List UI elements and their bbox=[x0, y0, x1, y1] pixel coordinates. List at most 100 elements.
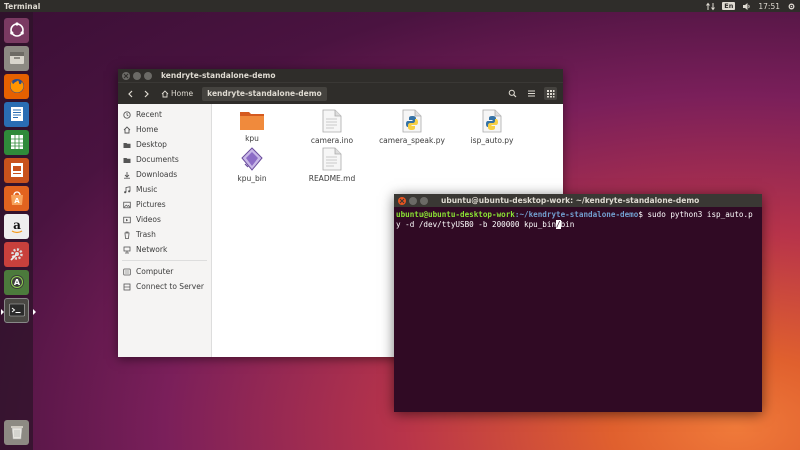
close-icon[interactable] bbox=[122, 71, 130, 80]
command-text-after-cursor: bin bbox=[560, 220, 575, 229]
impress-icon bbox=[8, 161, 26, 181]
terminal-icon bbox=[8, 301, 26, 321]
file-item-camera-speak-py[interactable]: camera_speak.py bbox=[372, 109, 452, 145]
file-item-isp-auto-py[interactable]: isp_auto.py bbox=[452, 109, 532, 145]
picture-icon bbox=[123, 201, 131, 208]
search-button[interactable] bbox=[506, 87, 519, 100]
minimize-icon[interactable] bbox=[133, 71, 141, 80]
clock[interactable]: 17:51 bbox=[758, 2, 780, 11]
close-icon[interactable] bbox=[398, 196, 406, 205]
ubuntu-dash-icon bbox=[8, 21, 26, 41]
files-icon bbox=[8, 49, 26, 69]
video-icon bbox=[123, 216, 131, 223]
software-icon: A bbox=[8, 189, 26, 209]
launcher-item-impress[interactable] bbox=[4, 158, 29, 183]
prompt-path: :~/kendryte-standalone-demo bbox=[514, 210, 639, 219]
python-file-icon bbox=[402, 109, 422, 133]
file-manager-toolbar: Home kendryte-standalone-demo bbox=[118, 82, 563, 104]
writer-icon bbox=[8, 105, 26, 125]
svg-text:A: A bbox=[14, 197, 20, 205]
top-panel: Terminal En 17:51 bbox=[0, 0, 800, 12]
sidebar-item-connect-to-server[interactable]: Connect to Server bbox=[118, 279, 211, 294]
launcher-item-software[interactable]: A bbox=[4, 186, 29, 211]
search-icon bbox=[508, 89, 517, 98]
prompt-user: ubuntu@ubuntu-desktop-work bbox=[396, 210, 515, 219]
launcher-item-trash[interactable] bbox=[4, 420, 29, 445]
document-icon bbox=[123, 157, 131, 163]
sidebar-item-desktop[interactable]: Desktop bbox=[118, 137, 211, 152]
grid-view-button[interactable] bbox=[544, 87, 557, 100]
keyboard-layout-indicator[interactable]: En bbox=[722, 2, 736, 10]
file-item-camera-ino[interactable]: camera.ino bbox=[292, 109, 372, 145]
sidebar-item-pictures[interactable]: Pictures bbox=[118, 197, 211, 212]
python-file-icon bbox=[482, 109, 502, 133]
launcher-item-files[interactable] bbox=[4, 46, 29, 71]
sidebar-item-computer[interactable]: Computer bbox=[118, 264, 211, 279]
sidebar-separator bbox=[122, 260, 207, 261]
toolbar-tools bbox=[506, 87, 557, 100]
minimize-icon[interactable] bbox=[409, 196, 417, 205]
breadcrumb-home-label: Home bbox=[171, 89, 194, 98]
computer-icon bbox=[123, 268, 131, 275]
launcher-item-calc[interactable] bbox=[4, 130, 29, 155]
file-manager-titlebar[interactable]: kendryte-standalone-demo bbox=[118, 69, 563, 82]
launcher-item-settings[interactable] bbox=[4, 242, 29, 267]
terminal-output[interactable]: ubuntu@ubuntu-desktop-work:~/kendryte-st… bbox=[394, 207, 759, 233]
music-icon bbox=[124, 185, 131, 193]
indicators: En 17:51 bbox=[706, 2, 796, 11]
launcher-item-firefox[interactable] bbox=[4, 74, 29, 99]
text-file-icon bbox=[322, 109, 342, 133]
updater-icon: A bbox=[8, 273, 26, 293]
sidebar-item-videos[interactable]: Videos bbox=[118, 212, 211, 227]
launcher-item-writer[interactable] bbox=[4, 102, 29, 127]
power-gear-icon[interactable] bbox=[787, 2, 796, 11]
volume-icon[interactable] bbox=[742, 2, 751, 11]
folder-icon bbox=[240, 112, 264, 130]
network-updown-icon[interactable] bbox=[706, 2, 716, 11]
clock-icon bbox=[123, 110, 131, 119]
file-item-readme-md[interactable]: README.md bbox=[292, 147, 372, 183]
chevron-left-icon bbox=[127, 90, 132, 97]
maximize-icon[interactable] bbox=[420, 196, 428, 205]
terminal-titlebar[interactable]: ubuntu@ubuntu-desktop-work: ~/kendryte-s… bbox=[394, 194, 762, 207]
list-view-icon bbox=[528, 90, 535, 97]
trash-icon bbox=[124, 231, 130, 239]
svg-text:a: a bbox=[13, 218, 21, 232]
text-file-icon bbox=[322, 147, 342, 171]
file-manager-title: kendryte-standalone-demo bbox=[161, 71, 276, 80]
sidebar-item-trash[interactable]: Trash bbox=[118, 227, 211, 242]
sidebar-item-documents[interactable]: Documents bbox=[118, 152, 211, 167]
forward-button[interactable] bbox=[140, 87, 152, 101]
binary-file-icon bbox=[241, 147, 263, 171]
launcher: A a A bbox=[0, 12, 36, 450]
places-sidebar: Recent Home Desktop Documents Downloads … bbox=[118, 104, 212, 357]
file-item-kpu-bin[interactable]: kpu_bin bbox=[212, 147, 292, 183]
breadcrumb-current[interactable]: kendryte-standalone-demo bbox=[202, 86, 327, 101]
active-app-title: Terminal bbox=[4, 1, 41, 11]
chevron-right-icon bbox=[144, 90, 149, 97]
folder-icon bbox=[123, 142, 131, 148]
sidebar-item-recent[interactable]: Recent bbox=[118, 107, 211, 122]
download-icon bbox=[124, 171, 130, 179]
launcher-item-terminal[interactable] bbox=[1, 298, 36, 323]
back-button[interactable] bbox=[124, 87, 136, 101]
grid-view-icon bbox=[547, 90, 555, 98]
home-icon bbox=[123, 125, 131, 133]
server-icon bbox=[123, 283, 131, 290]
launcher-item-amazon[interactable]: a bbox=[4, 214, 29, 239]
file-item-kpu[interactable]: kpu bbox=[212, 109, 292, 143]
firefox-icon bbox=[8, 77, 26, 97]
terminal-title: ubuntu@ubuntu-desktop-work: ~/kendryte-s… bbox=[441, 196, 700, 205]
launcher-item-dash[interactable] bbox=[4, 18, 29, 43]
maximize-icon[interactable] bbox=[144, 71, 152, 80]
sidebar-item-music[interactable]: Music bbox=[118, 182, 211, 197]
trash-icon bbox=[8, 423, 26, 443]
sidebar-item-network[interactable]: Network bbox=[118, 242, 211, 257]
calc-icon bbox=[8, 133, 26, 153]
breadcrumb-home[interactable]: Home bbox=[156, 87, 198, 101]
list-view-button[interactable] bbox=[525, 87, 538, 100]
sidebar-item-downloads[interactable]: Downloads bbox=[118, 167, 211, 182]
launcher-item-updater[interactable]: A bbox=[4, 270, 29, 295]
sidebar-item-home[interactable]: Home bbox=[118, 122, 211, 137]
home-icon bbox=[161, 89, 169, 97]
